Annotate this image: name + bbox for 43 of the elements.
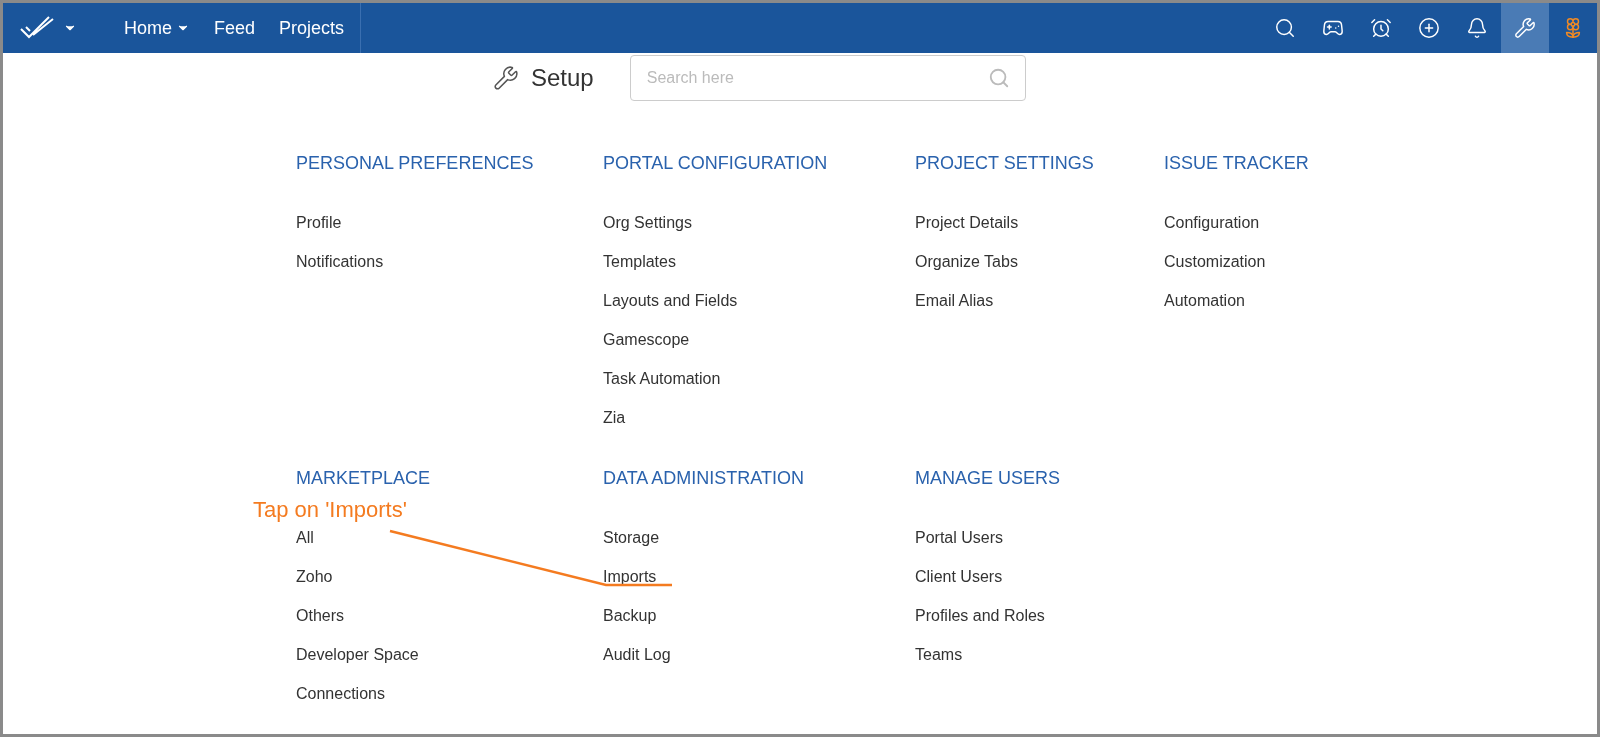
setup-link[interactable]: Profile bbox=[296, 210, 342, 235]
nav-link[interactable]: Home bbox=[124, 14, 190, 42]
section-heading: PORTAL CONFIGURATION bbox=[603, 152, 828, 175]
setup-link[interactable]: Connections bbox=[296, 681, 385, 706]
section-heading: MANAGE USERS bbox=[915, 467, 1061, 490]
setup-link[interactable]: Audit Log bbox=[603, 642, 671, 667]
section-heading: ISSUE TRACKER bbox=[1164, 152, 1309, 175]
setup-link[interactable]: Imports bbox=[603, 564, 657, 589]
setup-link[interactable]: Customization bbox=[1164, 249, 1266, 274]
setup-link[interactable]: Profiles and Roles bbox=[915, 603, 1045, 628]
setup-link[interactable]: Client Users bbox=[915, 564, 1003, 589]
section-heading: PERSONAL PREFERENCES bbox=[296, 152, 534, 175]
setup-link[interactable]: Storage bbox=[603, 525, 660, 550]
setup-link[interactable]: Others bbox=[296, 603, 344, 628]
annotation-text: Tap on 'Imports' bbox=[253, 496, 407, 524]
setup-link[interactable]: Zia bbox=[603, 405, 626, 430]
setup-link[interactable]: Teams bbox=[915, 642, 963, 667]
setup-link[interactable]: Project Details bbox=[915, 210, 1019, 235]
setup-link[interactable]: Gamescope bbox=[603, 327, 690, 352]
setup-link[interactable]: Organize Tabs bbox=[915, 249, 1018, 274]
section-heading: DATA ADMINISTRATION bbox=[603, 467, 804, 490]
setup-link[interactable]: Configuration bbox=[1164, 210, 1260, 235]
tools-icon[interactable] bbox=[1501, 3, 1549, 53]
setup-link[interactable]: Zoho bbox=[296, 564, 333, 589]
tools-icon bbox=[493, 65, 519, 91]
setup-link[interactable]: Org Settings bbox=[603, 210, 692, 235]
nav-link[interactable]: Projects bbox=[279, 14, 345, 42]
double-check-logo-icon[interactable] bbox=[19, 15, 55, 41]
setup-link[interactable]: Notifications bbox=[296, 249, 384, 274]
page-title: Setup bbox=[531, 63, 594, 93]
setup-link[interactable]: All bbox=[296, 525, 314, 550]
search-field[interactable]: Search here bbox=[629, 55, 1026, 101]
setup-link[interactable]: Backup bbox=[603, 603, 657, 628]
setup-link[interactable]: Automation bbox=[1164, 288, 1245, 313]
setup-link[interactable]: Layouts and Fields bbox=[603, 288, 738, 313]
setup-link[interactable]: Task Automation bbox=[603, 366, 721, 391]
section-heading: MARKETPLACE bbox=[296, 467, 431, 490]
setup-link[interactable]: Templates bbox=[603, 249, 676, 274]
nav-link[interactable]: Feed bbox=[214, 14, 256, 42]
setup-link[interactable]: Developer Space bbox=[296, 642, 419, 667]
setup-link[interactable]: Email Alias bbox=[915, 288, 994, 313]
section-heading: PROJECT SETTINGS bbox=[915, 152, 1094, 175]
setup-link[interactable]: Portal Users bbox=[915, 525, 1004, 550]
